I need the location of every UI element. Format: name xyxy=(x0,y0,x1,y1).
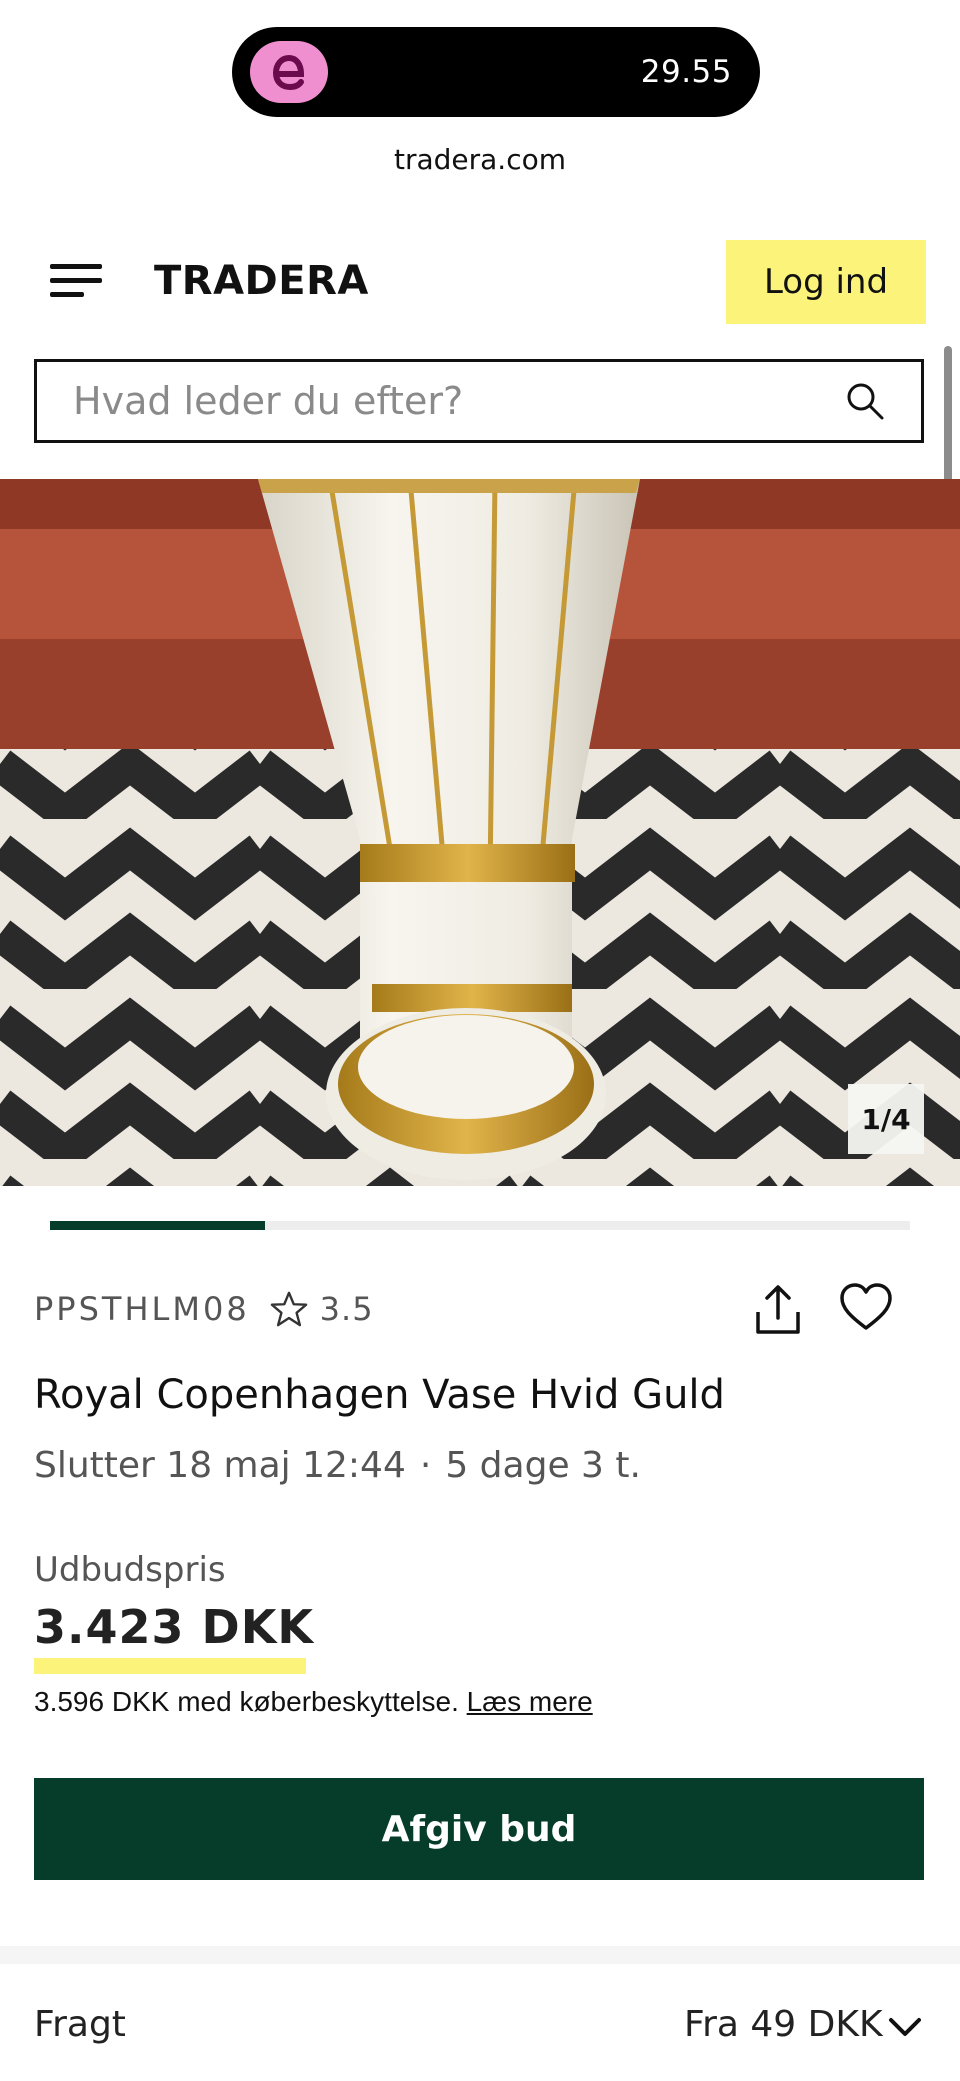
listing-end-info: Slutter 18 maj 12:44 · 5 dage 3 t. xyxy=(34,1445,641,1486)
place-bid-button[interactable]: Afgiv bud xyxy=(34,1778,924,1880)
hamburger-menu-icon[interactable] xyxy=(50,262,104,300)
tradera-logo[interactable]: TRADERA xyxy=(154,254,369,308)
login-button[interactable]: Log ind xyxy=(726,240,926,324)
heart-icon xyxy=(840,1283,892,1330)
search-input[interactable] xyxy=(37,362,845,440)
time-left: 5 dage 3 t. xyxy=(445,1445,641,1486)
read-more-link[interactable]: Læs mere xyxy=(467,1686,593,1717)
end-date: Slutter 18 maj 12:44 xyxy=(34,1445,406,1486)
buyer-protection-info: 3.596 DKK med køberbeskyttelse. Læs mere xyxy=(34,1686,593,1718)
separator-dot: · xyxy=(419,1445,432,1486)
price-block: 3.423 DKK xyxy=(34,1600,314,1674)
status-pill: 29.55 xyxy=(232,27,760,117)
shipping-label[interactable]: Fragt xyxy=(34,2004,126,2045)
search-icon[interactable] xyxy=(845,381,885,421)
price-value: 3.423 DKK xyxy=(34,1600,314,1654)
search-bar xyxy=(34,359,924,443)
browser-url[interactable]: tradera.com xyxy=(0,143,960,176)
seller-name[interactable]: PPSTHLM08 xyxy=(34,1290,250,1328)
share-button[interactable] xyxy=(750,1282,806,1338)
shipping-value[interactable]: Fra 49 DKK xyxy=(684,2004,883,2045)
share-icon xyxy=(756,1285,800,1334)
product-image[interactable] xyxy=(0,479,960,1186)
star-icon xyxy=(270,1291,307,1327)
price-highlight xyxy=(34,1658,306,1674)
seller-rating: 3.5 xyxy=(319,1290,374,1328)
image-counter: 1/4 xyxy=(848,1084,924,1154)
chevron-down-icon[interactable] xyxy=(888,2016,922,2038)
wishlist-button[interactable] xyxy=(838,1280,894,1336)
listing-title: Royal Copenhagen Vase Hvid Guld xyxy=(34,1372,725,1418)
price-label: Udbudspris xyxy=(34,1550,226,1590)
status-time: 29.55 xyxy=(640,54,732,90)
seller-row: PPSTHLM08 3.5 xyxy=(34,1284,374,1334)
e-app-icon xyxy=(250,41,328,103)
section-divider xyxy=(0,1946,960,1964)
protection-text: 3.596 DKK med køberbeskyttelse. xyxy=(34,1686,459,1717)
gallery-progress xyxy=(50,1221,910,1230)
gallery-progress-fill xyxy=(50,1221,265,1230)
